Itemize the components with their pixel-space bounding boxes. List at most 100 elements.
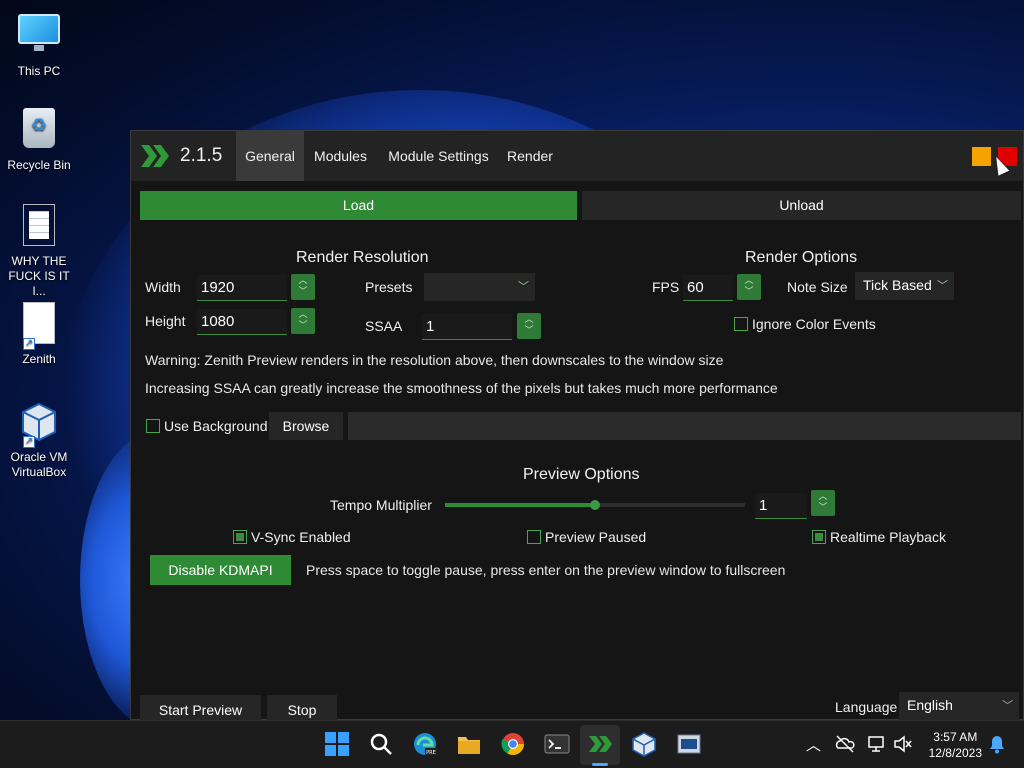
clock-time: 3:57 AM — [933, 730, 978, 744]
load-button[interactable]: Load — [140, 191, 577, 220]
clock-date: 12/8/2023 — [928, 746, 982, 760]
file-explorer-icon[interactable] — [456, 731, 482, 757]
search-icon[interactable] — [368, 731, 394, 757]
note-size-dropdown[interactable]: Tick Based ﹀ — [855, 272, 954, 300]
width-input[interactable]: 1920 — [197, 275, 287, 301]
language-value: English — [907, 697, 953, 713]
file-shortcut-icon: ↗ — [15, 302, 63, 350]
chevron-up-icon[interactable]: ︿ — [806, 734, 821, 755]
onedrive-offline-icon[interactable] — [834, 733, 856, 755]
height-stepper[interactable]: ︿ ﹀ — [291, 308, 315, 334]
chevron-down-icon: ﹀ — [1002, 700, 1013, 712]
volume-muted-icon[interactable] — [892, 733, 914, 755]
desktop-icon-zenith[interactable]: ↗ Zenith — [1, 302, 77, 367]
chevron-up-icon[interactable]: ︿ — [744, 275, 753, 285]
desktop-icon-label: Zenith — [22, 352, 56, 366]
unload-button[interactable]: Unload — [582, 191, 1021, 220]
vsync-checkbox[interactable] — [233, 530, 247, 544]
realtime-playback-checkbox[interactable] — [812, 530, 826, 544]
desktop-icon-label: Oracle VM VirtualBox — [10, 450, 68, 479]
desktop-icon-label: This PC — [17, 64, 61, 78]
svg-text:PRE: PRE — [426, 750, 436, 756]
desktop-icon-text-file[interactable]: WHY THE FUCK IS IT I... — [1, 204, 77, 299]
edge-browser-icon[interactable]: PRE — [412, 731, 438, 757]
chevron-down-icon: ﹀ — [937, 280, 948, 292]
tempo-slider-thumb[interactable] — [590, 500, 600, 510]
tempo-slider-fill — [445, 503, 595, 507]
note-size-value: Tick Based — [863, 277, 932, 293]
recycle-bin-icon — [15, 108, 63, 154]
zenith-window: 2.1.5 General Modules Module Settings Re… — [130, 130, 1024, 725]
ssaa-input[interactable]: 1 — [422, 314, 512, 340]
chevron-down-icon[interactable]: ﹀ — [818, 502, 827, 512]
use-background-checkbox[interactable] — [146, 419, 160, 433]
desktop-icon-label: Recycle Bin — [7, 158, 71, 172]
tempo-multiplier-label: Tempo Multiplier — [330, 497, 432, 513]
width-stepper[interactable]: ︿ ﹀ — [291, 274, 315, 300]
start-button-windows-icon[interactable] — [324, 731, 350, 757]
chrome-icon[interactable] — [500, 731, 526, 757]
desktop-icon-recycle-bin[interactable]: Recycle Bin — [1, 106, 77, 173]
ssaa-info-text: Increasing SSAA can greatly increase the… — [145, 380, 778, 396]
chevron-down-icon[interactable]: ﹀ — [298, 286, 307, 296]
desktop-icon-label: WHY THE FUCK IS IT I... — [8, 254, 70, 298]
chevron-up-icon[interactable]: ︿ — [818, 491, 827, 501]
tab-modules[interactable]: Modules — [308, 131, 373, 181]
chevron-up-icon[interactable]: ︿ — [524, 314, 533, 324]
active-app-indicator — [592, 763, 608, 766]
notification-bell-icon[interactable] — [988, 734, 1006, 754]
chevron-down-icon[interactable]: ﹀ — [744, 286, 753, 296]
tab-render[interactable]: Render — [503, 131, 557, 181]
height-input[interactable]: 1080 — [197, 309, 287, 335]
fps-input[interactable]: 60 — [683, 275, 733, 301]
preview-paused-checkbox[interactable] — [527, 530, 541, 544]
monitor-icon — [15, 14, 63, 60]
tempo-stepper[interactable]: ︿ ﹀ — [811, 490, 835, 516]
tab-general[interactable]: General — [236, 131, 304, 181]
preview-paused-label: Preview Paused — [545, 529, 647, 545]
cpu-z-icon[interactable] — [676, 731, 702, 757]
presets-dropdown[interactable]: ﹀ — [424, 273, 535, 301]
ssaa-label: SSAA — [365, 318, 403, 334]
warning-text: Warning: Zenith Preview renders in the r… — [145, 352, 724, 368]
zenith-logo-icon — [141, 145, 169, 167]
desktop-icon-this-pc[interactable]: This PC — [1, 10, 77, 79]
tempo-slider[interactable] — [445, 500, 745, 510]
chevron-down-icon[interactable]: ﹀ — [298, 320, 307, 330]
preview-options-heading: Preview Options — [523, 466, 640, 483]
ignore-color-events-label: Ignore Color Events — [752, 316, 876, 332]
zenith-app-icon[interactable] — [588, 731, 614, 757]
ssaa-stepper[interactable]: ︿ ﹀ — [517, 313, 541, 339]
tempo-input[interactable]: 1 — [755, 493, 807, 519]
height-label: Height — [145, 313, 186, 329]
minimize-button[interactable] — [972, 147, 991, 166]
taskbar: PRE ︿ 3:57 AM 12/8/2023 — [0, 720, 1024, 768]
kdmapi-hint-text: Press space to toggle pause, press enter… — [306, 562, 786, 578]
note-size-label: Note Size — [787, 279, 848, 295]
text-document-icon — [15, 204, 63, 250]
disable-kdmapi-button[interactable]: Disable KDMAPI — [150, 555, 291, 585]
terminal-icon[interactable] — [544, 731, 570, 757]
fps-label: FPS — [652, 279, 680, 295]
tab-module-settings[interactable]: Module Settings — [381, 131, 496, 181]
fps-stepper[interactable]: ︿ ﹀ — [737, 274, 761, 300]
virtualbox-icon[interactable] — [631, 731, 657, 757]
desktop-icon-virtualbox[interactable]: ↗ Oracle VM VirtualBox — [1, 400, 77, 480]
taskbar-clock[interactable]: 3:57 AM 12/8/2023 — [929, 729, 982, 761]
presets-label: Presets — [365, 279, 413, 295]
chevron-up-icon[interactable]: ︿ — [298, 309, 307, 319]
title-bar[interactable]: 2.1.5 General Modules Module Settings Re… — [131, 131, 1023, 181]
chevron-down-icon[interactable]: ﹀ — [524, 325, 533, 335]
language-label: Language — [835, 699, 898, 715]
use-background-label: Use Background — [164, 418, 268, 434]
render-options-heading: Render Options — [745, 249, 858, 266]
chevron-down-icon: ﹀ — [518, 281, 529, 293]
realtime-playback-label: Realtime Playback — [830, 529, 946, 545]
virtualbox-icon: ↗ — [15, 400, 63, 448]
ignore-color-events-checkbox[interactable] — [734, 317, 748, 331]
browse-button[interactable]: Browse — [269, 412, 343, 440]
background-path-input[interactable] — [348, 412, 1021, 440]
chevron-up-icon[interactable]: ︿ — [298, 275, 307, 285]
network-icon[interactable] — [866, 733, 888, 755]
language-dropdown[interactable]: English ﹀ — [899, 692, 1019, 720]
